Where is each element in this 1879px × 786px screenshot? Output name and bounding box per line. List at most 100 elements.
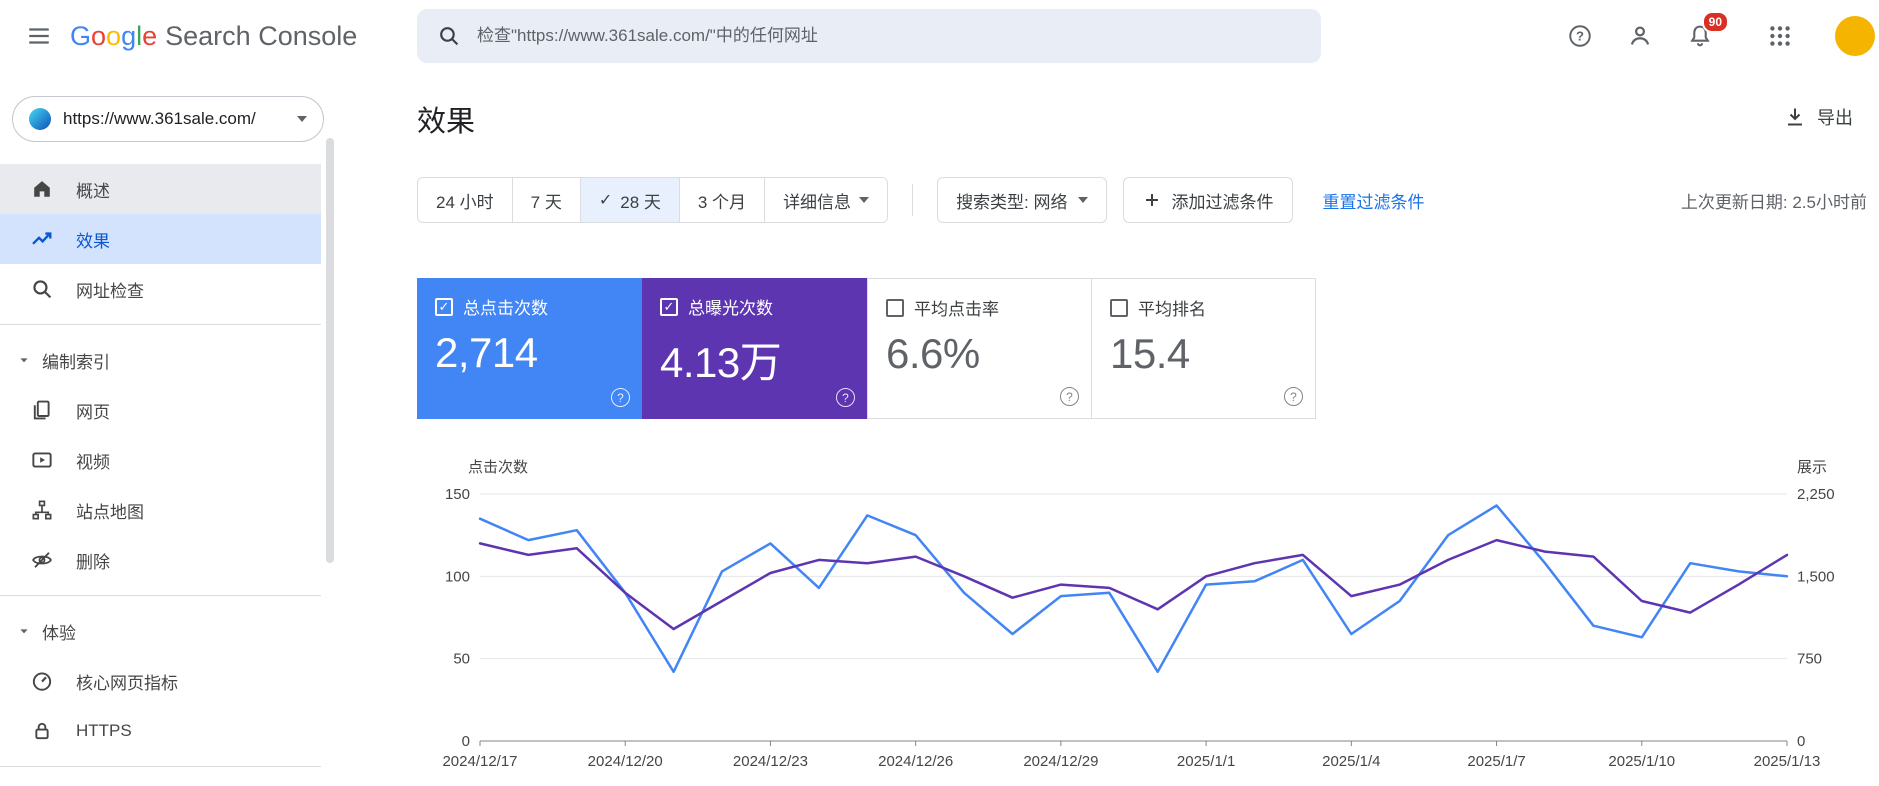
sidebar-item-label: 站点地图 xyxy=(76,502,144,522)
sidebar-item-removals[interactable]: 删除 xyxy=(0,535,321,585)
metric-cards: 总点击次数 2,714 总曝光次数 4.13万 平均点击率 6.6% 平均排 xyxy=(417,278,1316,419)
svg-text:点击次数: 点击次数 xyxy=(468,459,528,476)
sidebar-item-label: 核心网页指标 xyxy=(76,673,178,693)
help-circle-icon[interactable] xyxy=(611,388,630,407)
svg-text:2,250: 2,250 xyxy=(1797,486,1835,503)
sidebar-item-label: 效果 xyxy=(76,231,110,251)
search-icon xyxy=(440,27,459,46)
metric-card-average-position[interactable]: 平均排名 15.4 xyxy=(1091,278,1316,419)
divider xyxy=(912,184,914,216)
property-selector[interactable]: https://www.361sale.com/ xyxy=(12,96,324,142)
reset-filters-link[interactable]: 重置过滤条件 xyxy=(1323,188,1425,213)
range-label: 28 天 xyxy=(620,192,661,212)
help-circle-icon[interactable] xyxy=(1060,387,1079,406)
svg-text:展示: 展示 xyxy=(1797,459,1827,476)
sidebar-nav: 概述 效果 网址检查 编制索引 网页 视频 站点地图 删除 体验 核心网页指标 … xyxy=(0,164,336,767)
svg-text:2024/12/26: 2024/12/26 xyxy=(878,753,953,770)
metric-label: 平均点击率 xyxy=(914,300,999,319)
logo-letter: e xyxy=(142,20,158,51)
sidebar-item-performance[interactable]: 效果 xyxy=(0,214,321,264)
svg-text:2025/1/10: 2025/1/10 xyxy=(1608,753,1675,770)
svg-text:1,500: 1,500 xyxy=(1797,568,1835,585)
checkbox-checked-icon[interactable] xyxy=(435,297,453,316)
sidebar-item-pages[interactable]: 网页 xyxy=(0,385,321,435)
sidebar-item-videos[interactable]: 视频 xyxy=(0,435,321,485)
range-3m-button[interactable]: 3 个月 xyxy=(679,178,766,222)
account-settings-button[interactable] xyxy=(1617,13,1663,59)
add-filter-button[interactable]: 添加过滤条件 xyxy=(1122,177,1293,223)
sidebar-item-https[interactable]: HTTPS xyxy=(0,706,321,756)
divider xyxy=(0,324,321,325)
svg-text:2025/1/4: 2025/1/4 xyxy=(1322,753,1380,770)
home-icon xyxy=(34,181,50,197)
sidebar-item-label: 网页 xyxy=(76,402,110,422)
range-label: 3 个月 xyxy=(697,192,747,212)
metric-value: 2,714 xyxy=(435,329,538,376)
metric-value: 4.13万 xyxy=(660,339,782,386)
sidebar-item-label: HTTPS xyxy=(76,721,132,740)
date-range-group: 24 小时 7 天 28 天 3 个月 详细信息 xyxy=(417,177,889,223)
chevron-down-icon xyxy=(1077,197,1088,203)
sidebar-item-core-web-vitals[interactable]: 核心网页指标 xyxy=(0,656,321,706)
range-24h-button[interactable]: 24 小时 xyxy=(418,178,513,222)
checkbox-unchecked-icon[interactable] xyxy=(1110,298,1128,317)
hamburger-icon xyxy=(29,28,49,44)
range-7d-button[interactable]: 7 天 xyxy=(512,178,581,222)
divider xyxy=(0,766,321,767)
sidebar-item-overview[interactable]: 概述 xyxy=(0,164,321,214)
notifications-button[interactable]: 90 xyxy=(1677,11,1729,59)
performance-chart-svg[interactable]: 0 50 100 150 0 750 1,500 2,250 点击次数 展示 2024/12/17 2… xyxy=(410,450,1847,780)
metric-label: 总曝光次数 xyxy=(688,299,773,318)
checkbox-unchecked-icon[interactable] xyxy=(886,298,904,317)
check-icon xyxy=(599,190,612,210)
export-label: 导出 xyxy=(1817,108,1853,128)
details-dropdown[interactable]: 详细信息 xyxy=(765,178,888,222)
svg-text:2024/12/23: 2024/12/23 xyxy=(733,753,808,770)
svg-text:2025/1/7: 2025/1/7 xyxy=(1467,753,1525,770)
sidebar-section-experience[interactable]: 体验 xyxy=(0,606,321,656)
range-label: 7 天 xyxy=(530,192,562,212)
sidebar-item-label: 视频 xyxy=(76,452,110,472)
sidebar-item-sitemaps[interactable]: 站点地图 xyxy=(0,485,321,535)
sidebar-section-indexing[interactable]: 编制索引 xyxy=(0,335,321,385)
plus-icon xyxy=(1145,194,1158,206)
person-icon xyxy=(1630,26,1650,45)
sidebar-item-label: 删除 xyxy=(76,552,110,572)
sidebar: https://www.361sale.com/ 概述 效果 网址检查 编制索引… xyxy=(0,72,336,786)
main-content: 效果 导出 24 小时 7 天 28 天 3 个月 详细信息 xyxy=(336,72,1879,786)
metric-value: 15.4 xyxy=(1110,330,1190,377)
sidebar-scrollbar[interactable] xyxy=(326,138,334,563)
help-circle-icon[interactable] xyxy=(1284,387,1303,406)
performance-chart[interactable]: 0 50 100 150 0 750 1,500 2,250 点击次数 展示 2024/12/17 2… xyxy=(410,450,1847,780)
svg-text:2024/12/20: 2024/12/20 xyxy=(588,753,663,770)
details-label: 详细信息 xyxy=(783,192,852,212)
property-url: https://www.361sale.com/ xyxy=(63,109,256,128)
svg-text:150: 150 xyxy=(445,486,470,503)
help-button[interactable]: ? xyxy=(1557,13,1603,59)
avatar[interactable] xyxy=(1835,16,1875,56)
google-search-console-logo[interactable]: Google Search Console xyxy=(70,21,357,52)
checkbox-checked-icon[interactable] xyxy=(660,297,678,316)
help-circle-icon[interactable] xyxy=(836,388,855,407)
metric-card-total-impressions[interactable]: 总曝光次数 4.13万 xyxy=(642,278,867,419)
sidebar-item-url-inspection[interactable]: 网址检查 xyxy=(0,264,321,314)
divider xyxy=(0,595,321,596)
metric-card-average-ctr[interactable]: 平均点击率 6.6% xyxy=(867,278,1092,419)
metric-value: 6.6% xyxy=(886,330,980,377)
svg-text:0: 0 xyxy=(462,733,470,750)
export-button[interactable]: 导出 xyxy=(1783,104,1853,130)
topbar-actions: ? 90 xyxy=(1557,0,1879,72)
help-icon: ? xyxy=(1569,25,1591,47)
metric-card-total-clicks[interactable]: 总点击次数 2,714 xyxy=(417,278,642,419)
sidebar-item-label: 概述 xyxy=(76,181,110,201)
url-inspection-input[interactable] xyxy=(477,26,1301,46)
menu-button[interactable] xyxy=(16,13,62,59)
performance-icon xyxy=(32,232,52,245)
url-inspection-searchbar[interactable] xyxy=(417,9,1321,63)
svg-text:?: ? xyxy=(1576,29,1584,44)
pages-icon xyxy=(33,400,50,420)
search-type-filter[interactable]: 搜索类型: 网络 xyxy=(937,177,1107,223)
range-28d-button[interactable]: 28 天 xyxy=(580,178,680,222)
apps-grid-button[interactable] xyxy=(1757,13,1803,59)
gauge-icon xyxy=(32,672,52,691)
